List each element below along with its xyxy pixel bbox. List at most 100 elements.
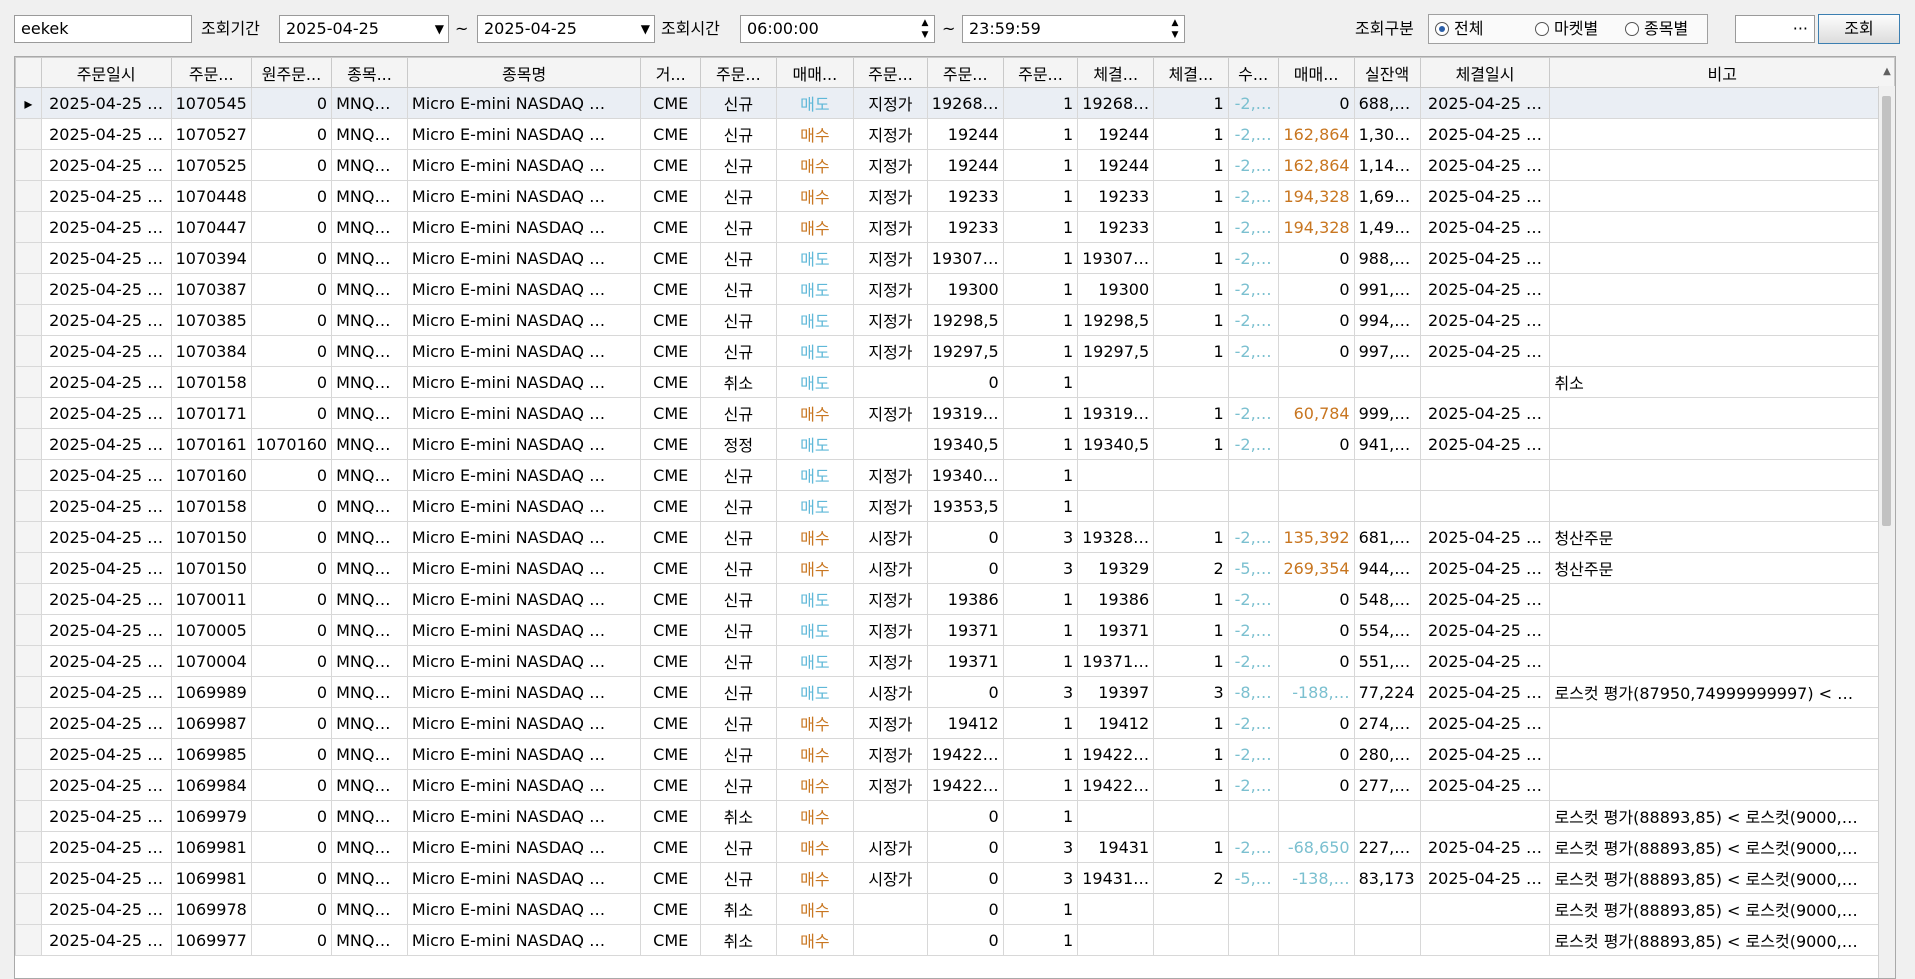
spin-arrows-icon[interactable]: ▲ ▼ bbox=[1169, 17, 1181, 41]
column-header[interactable]: 비고 bbox=[1549, 57, 1895, 88]
table-row[interactable]: 2025-04-25 … 1070004 0 MNQ… Micro E-mini NAS… bbox=[15, 645, 1895, 677]
chevron-down-icon[interactable]: ▼ bbox=[435, 16, 444, 42]
vertical-scrollbar[interactable]: ▲ bbox=[1878, 66, 1895, 978]
table-row[interactable]: 2025-04-25 … 1069989 0 MNQ… Micro E-mini NAS… bbox=[15, 676, 1895, 708]
chevron-down-icon[interactable]: ▼ bbox=[641, 16, 650, 42]
row-indicator[interactable] bbox=[15, 242, 42, 274]
table-row[interactable]: 2025-04-25 … 1069978 0 MNQ… Micro E-mini NAS… bbox=[15, 893, 1895, 925]
table-row[interactable]: 2025-04-25 … 1070005 0 MNQ… Micro E-mini NAS… bbox=[15, 614, 1895, 646]
row-indicator[interactable] bbox=[15, 211, 42, 243]
end-time-spinner[interactable]: 23:59:59 ▲ ▼ bbox=[962, 15, 1185, 43]
table-row[interactable]: 2025-04-25 … 1070394 0 MNQ… Micro E-mini NAS… bbox=[15, 242, 1895, 274]
row-indicator[interactable] bbox=[15, 180, 42, 212]
end-date-dropdown[interactable]: 2025-04-25 ▼ bbox=[477, 15, 655, 43]
column-header[interactable]: 주문... bbox=[170, 57, 252, 88]
row-indicator[interactable] bbox=[15, 428, 42, 460]
column-header[interactable]: 거... bbox=[640, 57, 702, 88]
scrollbar-thumb[interactable] bbox=[1882, 96, 1891, 526]
table-cell: CME bbox=[640, 211, 702, 243]
radio-market[interactable]: 마켓별 bbox=[1535, 15, 1598, 43]
current-row-arrow-icon[interactable]: ▸ bbox=[15, 87, 42, 119]
table-cell: 시장가 bbox=[853, 521, 928, 553]
column-header[interactable]: 체결... bbox=[1153, 57, 1229, 88]
row-indicator[interactable] bbox=[15, 614, 42, 646]
row-indicator[interactable] bbox=[15, 552, 42, 584]
table-row[interactable]: 2025-04-25 … 1069985 0 MNQ… Micro E-mini NAS… bbox=[15, 738, 1895, 770]
table-row[interactable]: 2025-04-25 … 1069981 0 MNQ… Micro E-mini NAS… bbox=[15, 862, 1895, 894]
table-cell: Micro E-mini NASDAQ … bbox=[406, 459, 642, 491]
column-header[interactable]: 수... bbox=[1227, 57, 1279, 88]
row-indicator[interactable] bbox=[15, 273, 42, 305]
row-indicator[interactable] bbox=[15, 335, 42, 367]
column-header[interactable]: 실잔액 bbox=[1353, 57, 1421, 88]
table-row[interactable]: 2025-04-25 … 1070527 0 MNQ… Micro E-mini NAS… bbox=[15, 118, 1895, 150]
table-row[interactable]: 2025-04-25 … 1069984 0 MNQ… Micro E-mini NAS… bbox=[15, 769, 1895, 801]
column-header[interactable]: 종목... bbox=[331, 57, 408, 88]
table-cell: 0 bbox=[250, 800, 333, 832]
column-header[interactable]: 주문일시 bbox=[40, 57, 172, 88]
table-row[interactable]: 2025-04-25 … 1070158 0 MNQ… Micro E-mini NAS… bbox=[15, 366, 1895, 398]
row-indicator[interactable] bbox=[15, 304, 42, 336]
table-row[interactable]: ▸ 2025-04-25 … 1070545 0 MNQ… Micro E-mini NA… bbox=[15, 87, 1895, 119]
table-row[interactable]: 2025-04-25 … 1070385 0 MNQ… Micro E-mini NAS… bbox=[15, 304, 1895, 336]
spin-arrows-icon[interactable]: ▲ ▼ bbox=[919, 17, 931, 41]
picker-field[interactable]: ··· bbox=[1735, 15, 1815, 43]
radio-all[interactable]: 전체 bbox=[1435, 15, 1483, 43]
table-row[interactable]: 2025-04-25 … 1070160 0 MNQ… Micro E-mini NAS… bbox=[15, 459, 1895, 491]
table-row[interactable]: 2025-04-25 … 1070171 0 MNQ… Micro E-mini NAS… bbox=[15, 397, 1895, 429]
column-header[interactable]: 주문... bbox=[700, 57, 777, 88]
table-row[interactable]: 2025-04-25 … 1070158 0 MNQ… Micro E-mini NAS… bbox=[15, 490, 1895, 522]
table-cell: 매수 bbox=[775, 800, 855, 832]
table-row[interactable]: 2025-04-25 … 1070387 0 MNQ… Micro E-mini NAS… bbox=[15, 273, 1895, 305]
column-header[interactable]: 매매... bbox=[775, 57, 855, 88]
table-row[interactable]: 2025-04-25 … 1070011 0 MNQ… Micro E-mini NAS… bbox=[15, 583, 1895, 615]
column-header[interactable]: 매매... bbox=[1277, 57, 1355, 88]
column-header[interactable]: 주문... bbox=[926, 57, 1004, 88]
table-row[interactable]: 2025-04-25 … 1070448 0 MNQ… Micro E-mini NAS… bbox=[15, 180, 1895, 212]
start-date-dropdown[interactable]: 2025-04-25 ▼ bbox=[279, 15, 449, 43]
table-row[interactable]: 2025-04-25 … 1069979 0 MNQ… Micro E-mini NAS… bbox=[15, 800, 1895, 832]
table-row[interactable]: 2025-04-25 … 1069981 0 MNQ… Micro E-mini NAS… bbox=[15, 831, 1895, 863]
row-indicator[interactable] bbox=[15, 800, 42, 832]
account-input[interactable]: eekek bbox=[14, 15, 192, 43]
column-header[interactable]: 주문... bbox=[853, 57, 928, 88]
table-cell: -5,… bbox=[1227, 862, 1279, 894]
row-indicator[interactable] bbox=[15, 893, 42, 925]
row-indicator[interactable] bbox=[15, 397, 42, 429]
row-indicator[interactable] bbox=[15, 366, 42, 398]
table-row[interactable]: 2025-04-25 … 1070447 0 MNQ… Micro E-mini NAS… bbox=[15, 211, 1895, 243]
search-button[interactable]: 조회 bbox=[1818, 14, 1900, 44]
scroll-up-icon[interactable]: ▲ bbox=[1879, 64, 1895, 80]
table-cell bbox=[1227, 893, 1279, 925]
row-indicator[interactable] bbox=[15, 924, 42, 956]
column-header[interactable]: 체결... bbox=[1077, 57, 1155, 88]
row-indicator[interactable] bbox=[15, 521, 42, 553]
column-header[interactable]: 종목명 bbox=[406, 57, 642, 88]
row-indicator[interactable] bbox=[15, 583, 42, 615]
row-indicator[interactable] bbox=[15, 645, 42, 677]
table-row[interactable]: 2025-04-25 … 1069977 0 MNQ… Micro E-mini NAS… bbox=[15, 924, 1895, 956]
table-row[interactable]: 2025-04-25 … 1070150 0 MNQ… Micro E-mini NAS… bbox=[15, 552, 1895, 584]
row-indicator[interactable] bbox=[15, 459, 42, 491]
table-row[interactable]: 2025-04-25 … 1070161 1070160 MNQ… Micro E-mi… bbox=[15, 428, 1895, 460]
row-indicator[interactable] bbox=[15, 862, 42, 894]
column-header[interactable]: 주문... bbox=[1002, 57, 1079, 88]
column-header[interactable]: 원주문... bbox=[250, 57, 333, 88]
row-indicator[interactable] bbox=[15, 831, 42, 863]
row-indicator[interactable] bbox=[15, 118, 42, 150]
row-indicator[interactable] bbox=[15, 676, 42, 708]
table-cell: 274,… bbox=[1353, 707, 1421, 739]
row-indicator[interactable] bbox=[15, 738, 42, 770]
start-time-spinner[interactable]: 06:00:00 ▲ ▼ bbox=[740, 15, 935, 43]
radio-symbol[interactable]: 종목별 bbox=[1625, 15, 1688, 43]
row-indicator[interactable] bbox=[15, 769, 42, 801]
table-row[interactable]: 2025-04-25 … 1070384 0 MNQ… Micro E-mini NAS… bbox=[15, 335, 1895, 367]
table-row[interactable]: 2025-04-25 … 1069987 0 MNQ… Micro E-mini NAS… bbox=[15, 707, 1895, 739]
table-cell: MNQ… bbox=[331, 490, 408, 522]
column-header[interactable]: 체결일시 bbox=[1419, 57, 1551, 88]
row-indicator[interactable] bbox=[15, 490, 42, 522]
table-row[interactable]: 2025-04-25 … 1070525 0 MNQ… Micro E-mini NAS… bbox=[15, 149, 1895, 181]
table-row[interactable]: 2025-04-25 … 1070150 0 MNQ… Micro E-mini NAS… bbox=[15, 521, 1895, 553]
row-indicator[interactable] bbox=[15, 149, 42, 181]
row-indicator[interactable] bbox=[15, 707, 42, 739]
